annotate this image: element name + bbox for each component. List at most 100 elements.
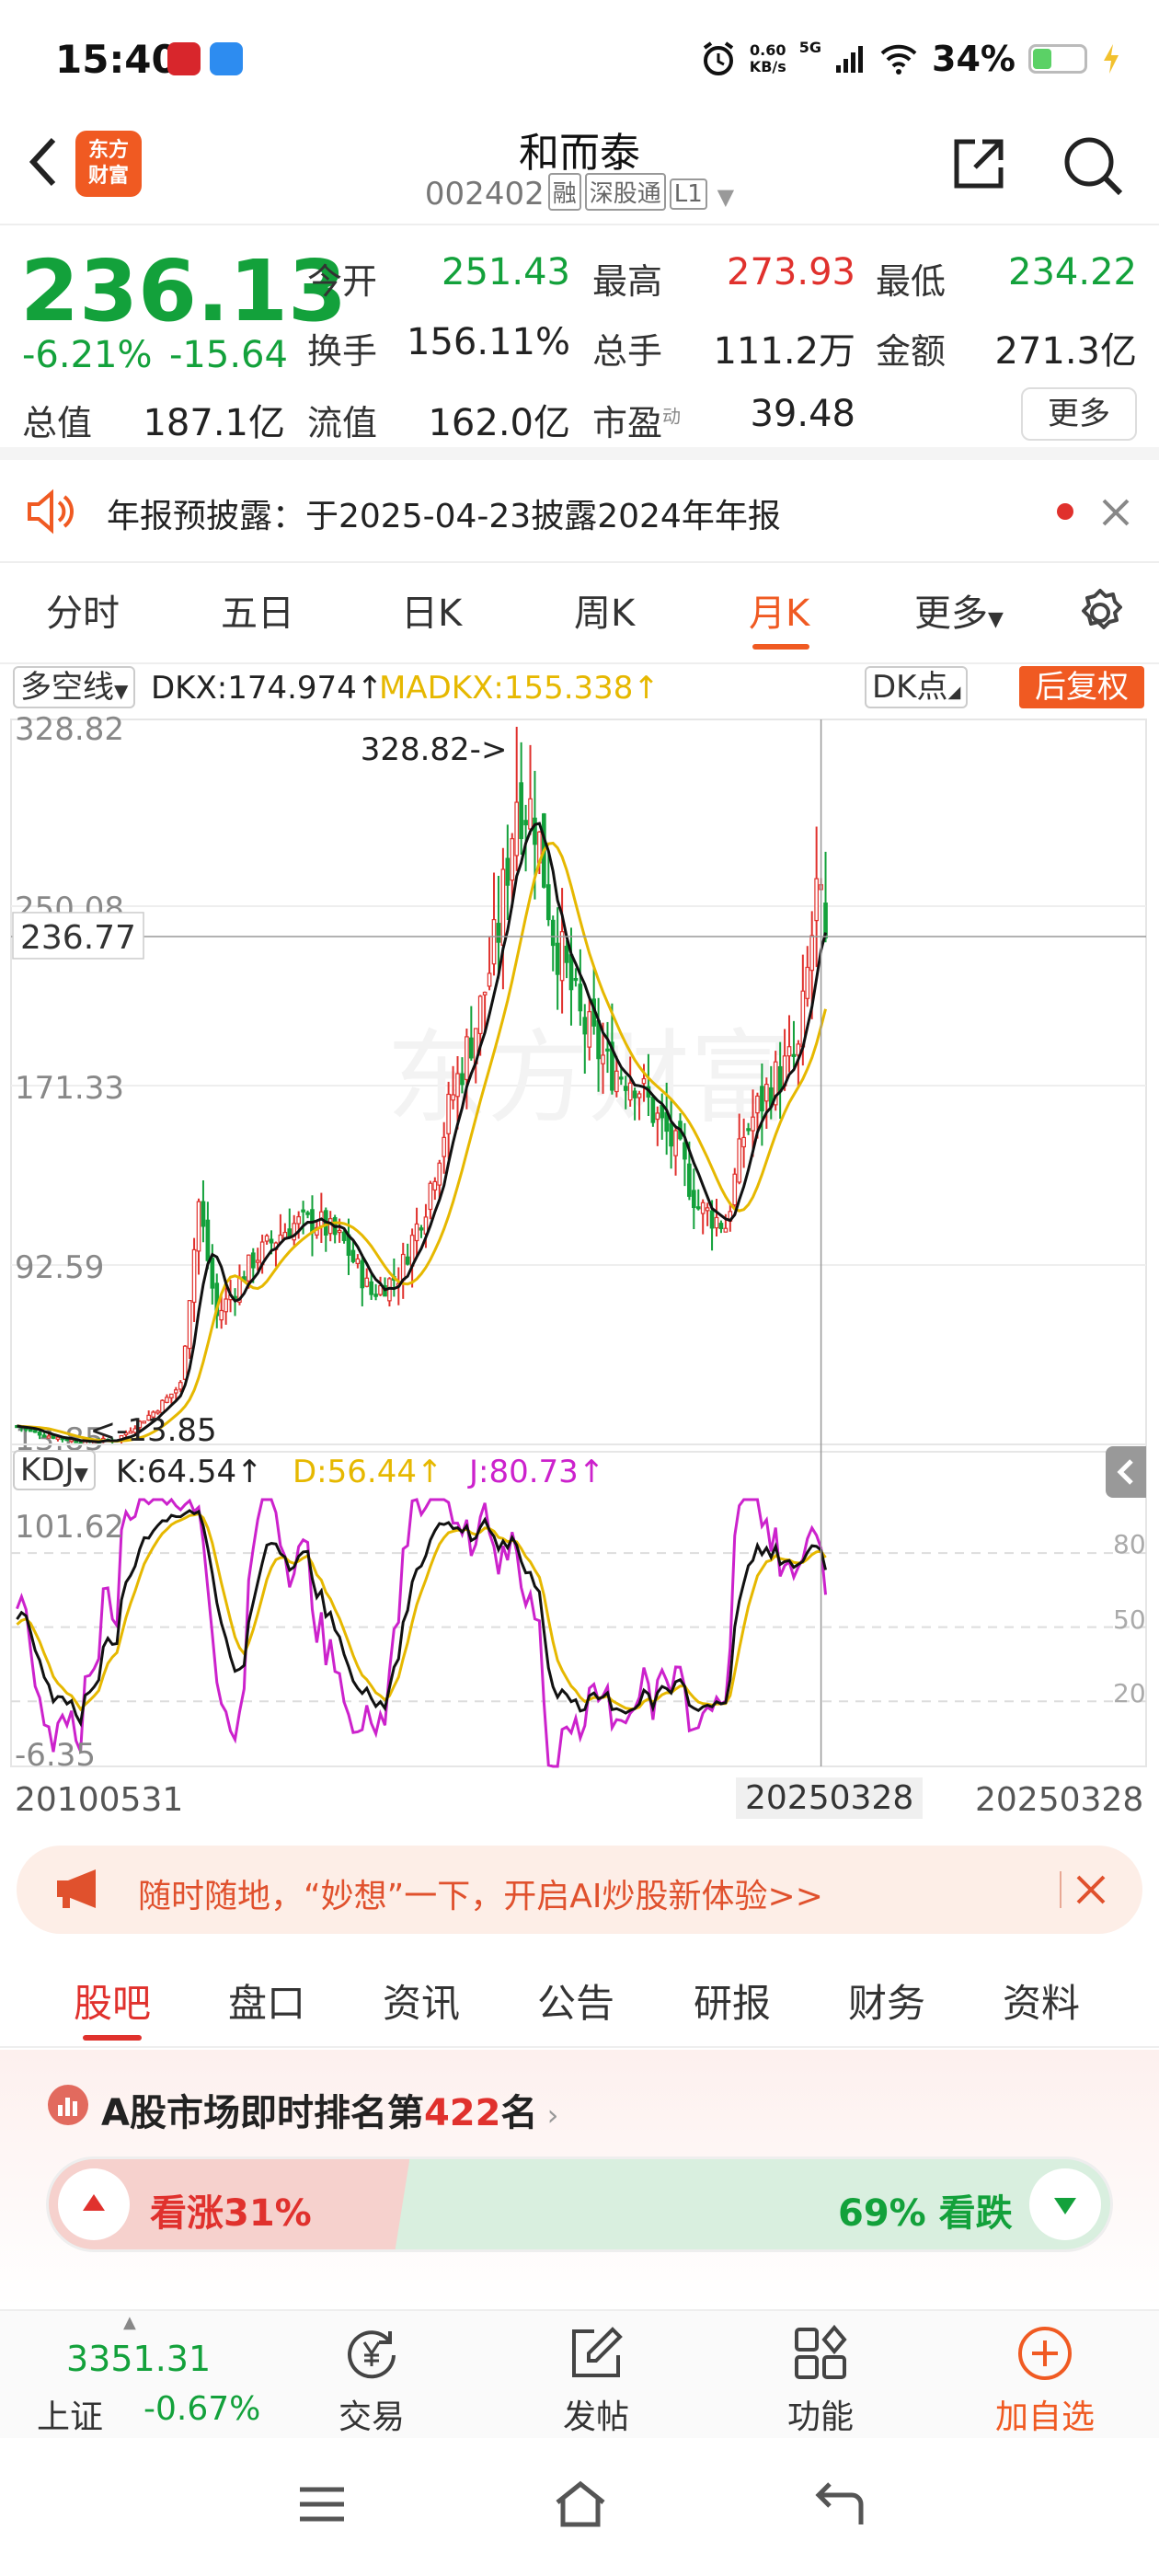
candle-body (755, 1095, 760, 1114)
candle-body (614, 1070, 619, 1093)
tab-daily-k[interactable]: 日K (401, 583, 462, 637)
alarm-icon (703, 41, 733, 75)
candle-body (269, 1238, 274, 1244)
vote-down-button[interactable] (1029, 2168, 1101, 2240)
tab-finance[interactable]: 财务 (848, 1972, 925, 2029)
candle-body (533, 817, 537, 845)
tag-margin: 融 (547, 173, 581, 211)
open-label: 今开 (307, 261, 378, 302)
candle-body (655, 1112, 660, 1121)
kdj-grid (10, 1443, 1147, 1767)
vote-up-button[interactable] (58, 2168, 130, 2240)
index-ticker[interactable]: ▲ 3351.31 上证 -0.67% (0, 2311, 260, 2440)
close-icon[interactable] (1100, 497, 1131, 528)
notice-bar[interactable]: 年报预披露：于2025-04-23披露2024年年报 (0, 460, 1159, 563)
tab-news[interactable]: 资讯 (383, 1972, 460, 2029)
triangle-down-icon (1054, 2198, 1076, 2214)
nav-post-label: 发帖 (562, 2398, 629, 2436)
settings-gear-icon[interactable] (1074, 587, 1126, 638)
float-label: 流值 (307, 403, 378, 443)
candle-body (786, 1046, 792, 1057)
candle-body (601, 1054, 605, 1064)
candle-body (528, 798, 533, 830)
close-banner-icon[interactable] (1074, 1873, 1107, 1906)
menu-icon[interactable] (296, 2484, 348, 2524)
candle-body (55, 1436, 61, 1440)
candle-body (451, 1094, 455, 1101)
candle-body (337, 1229, 342, 1234)
candle-body (695, 1206, 701, 1210)
candle-body (360, 1259, 365, 1289)
market-rank-title[interactable]: A股市场即时排名第422名 › (101, 2083, 558, 2136)
candle-body (419, 1227, 424, 1231)
tab-monthly-k[interactable]: 月K (749, 583, 809, 637)
candle-body (250, 1252, 256, 1269)
speaker-icon (28, 489, 74, 535)
tab-research[interactable]: 研报 (694, 1972, 771, 2029)
search-icon[interactable] (1060, 132, 1126, 199)
madkx-value: MADKX:155.338↑ (379, 670, 660, 707)
home-icon[interactable] (552, 2478, 609, 2530)
indicator-row: 多空线▼ DKX:174.974↑ MADKX:155.338↑ DK点◢ (0, 664, 1159, 712)
candle-body (173, 1389, 178, 1394)
candle-body (255, 1259, 260, 1263)
adjust-price-button[interactable]: 后复权 (1019, 666, 1144, 708)
main-chart-grid: 东方财富 (10, 719, 1147, 1453)
charging-icon (1104, 44, 1119, 74)
open-value: 251.43 (442, 251, 570, 293)
candle-body (210, 1258, 215, 1289)
y-axis-label: 171.33 (15, 1070, 124, 1107)
tab-intraday[interactable]: 分时 (46, 583, 120, 637)
candle-body (709, 1210, 715, 1229)
volume-value: 111.2万 (713, 330, 855, 373)
candle-body (178, 1382, 183, 1390)
tab-profile[interactable]: 资料 (1003, 1972, 1080, 2029)
nav-add-watchlist-label: 加自选 (994, 2398, 1095, 2436)
main-indicator-selector[interactable]: 多空线▼ (13, 666, 136, 708)
candle-body (296, 1215, 301, 1225)
battery-icon (1028, 44, 1087, 74)
back-nav-icon[interactable] (813, 2480, 865, 2528)
candle-body (559, 931, 565, 982)
candle-body (705, 1207, 710, 1212)
kdj-selector[interactable]: KDJ▼ (13, 1450, 96, 1490)
kline-chart[interactable]: 东方财富 328.82250.08171.3392.5913.85 236.77… (0, 708, 1159, 1840)
candle-body (568, 954, 574, 991)
more-quote-button[interactable]: 更多 (1021, 387, 1137, 441)
candle-body (468, 1037, 474, 1059)
candle-body (201, 1201, 206, 1227)
share-icon[interactable] (949, 134, 1008, 193)
ai-banner-text: 随时随地，“妙想”一下，开启AI炒股新体验>> (138, 1878, 823, 1915)
kdj-y-min: -6.35 (15, 1737, 96, 1774)
candle-body (623, 1086, 628, 1091)
candle-body (341, 1231, 347, 1241)
candle-body (224, 1298, 228, 1313)
candle-body (741, 1136, 746, 1148)
tab-active-indicator (752, 644, 809, 650)
candle-body (582, 1017, 588, 1035)
candle-body (247, 1254, 251, 1282)
tab-pankou[interactable]: 盘口 (228, 1972, 305, 2029)
candle-body (428, 1182, 433, 1211)
candle-body (673, 1130, 678, 1156)
candle-body (264, 1235, 270, 1242)
kdj-level-20: 20 (1113, 1678, 1146, 1708)
chart-tabs: 分时 五日 日K 周K 月K 更多▼ (0, 563, 1159, 664)
low-marker: <-13.85 (90, 1412, 217, 1449)
ai-promo-banner[interactable]: 随时随地，“妙想”一下，开启AI炒股新体验>> (17, 1846, 1142, 1934)
kdj-d-line (16, 1512, 827, 1712)
candle-body (732, 1173, 738, 1206)
tab-weekly-k[interactable]: 周K (574, 583, 635, 637)
candle-body (191, 1248, 197, 1304)
tab-guba[interactable]: 股吧 (74, 1972, 151, 2029)
clock: 15:40 (55, 37, 178, 82)
candle-body (564, 945, 569, 963)
candle-body (487, 972, 492, 987)
tab-more[interactable]: 更多▼ (914, 583, 1004, 637)
dk-point-button[interactable]: DK点◢ (865, 666, 969, 708)
sentiment-bar: 看涨31% 69% 看跌 (46, 2156, 1113, 2252)
tab-five-day[interactable]: 五日 (221, 583, 294, 637)
candle-body (573, 977, 579, 982)
tab-announcements[interactable]: 公告 (537, 1972, 614, 2029)
collapse-panel-button[interactable] (1106, 1446, 1146, 1498)
